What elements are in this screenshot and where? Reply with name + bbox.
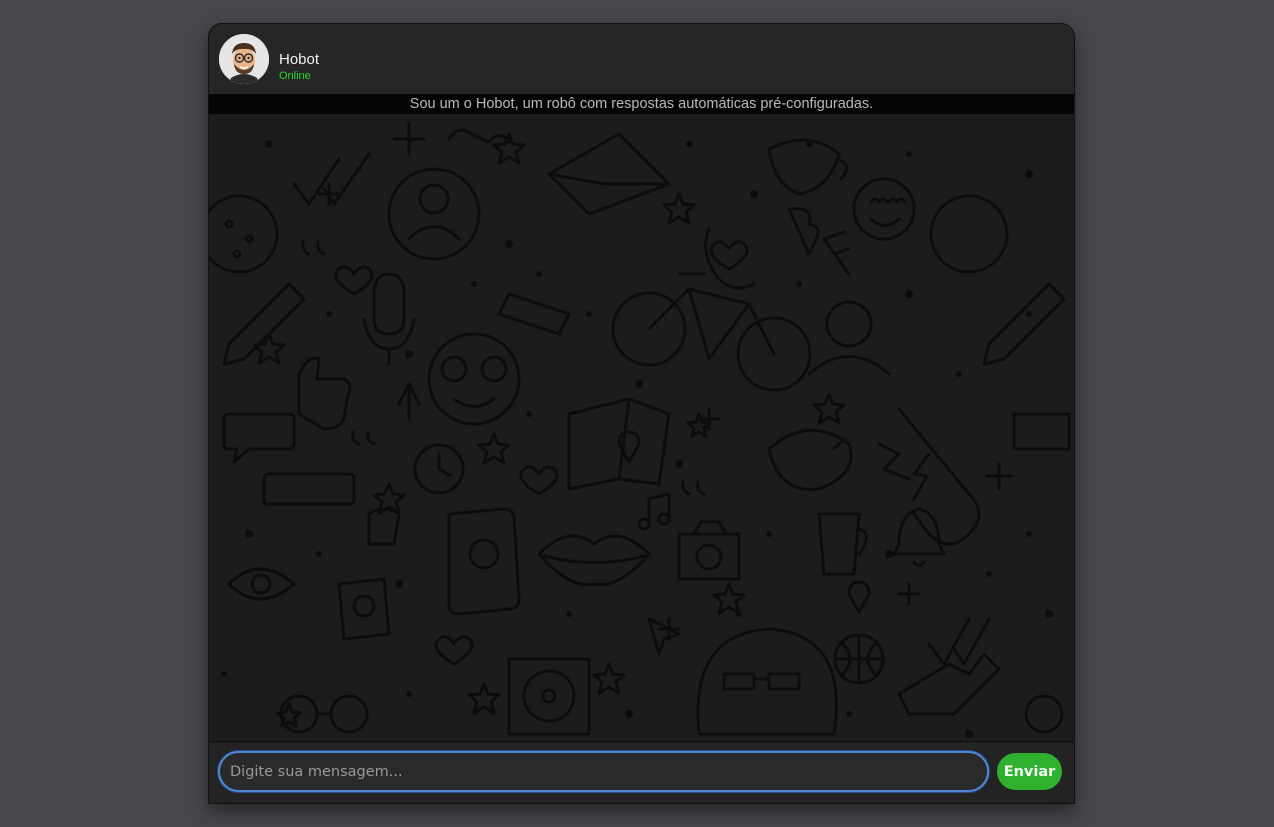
bot-status: Online	[279, 70, 311, 82]
info-bar: Sou um o Hobot, um robô com respostas au…	[209, 94, 1074, 114]
send-button[interactable]: Enviar	[997, 753, 1062, 790]
bot-avatar	[219, 34, 269, 84]
chat-window: Hobot Online Sou um o Hobot, um robô com…	[208, 23, 1075, 804]
bot-name: Hobot	[279, 51, 320, 68]
message-input[interactable]	[218, 751, 989, 792]
chat-messages-area[interactable]	[209, 114, 1074, 741]
memoji-avatar-icon	[219, 34, 269, 84]
doodle-background	[209, 122, 1071, 738]
message-composer: Enviar	[209, 741, 1074, 803]
chat-header: Hobot Online	[209, 24, 1074, 94]
